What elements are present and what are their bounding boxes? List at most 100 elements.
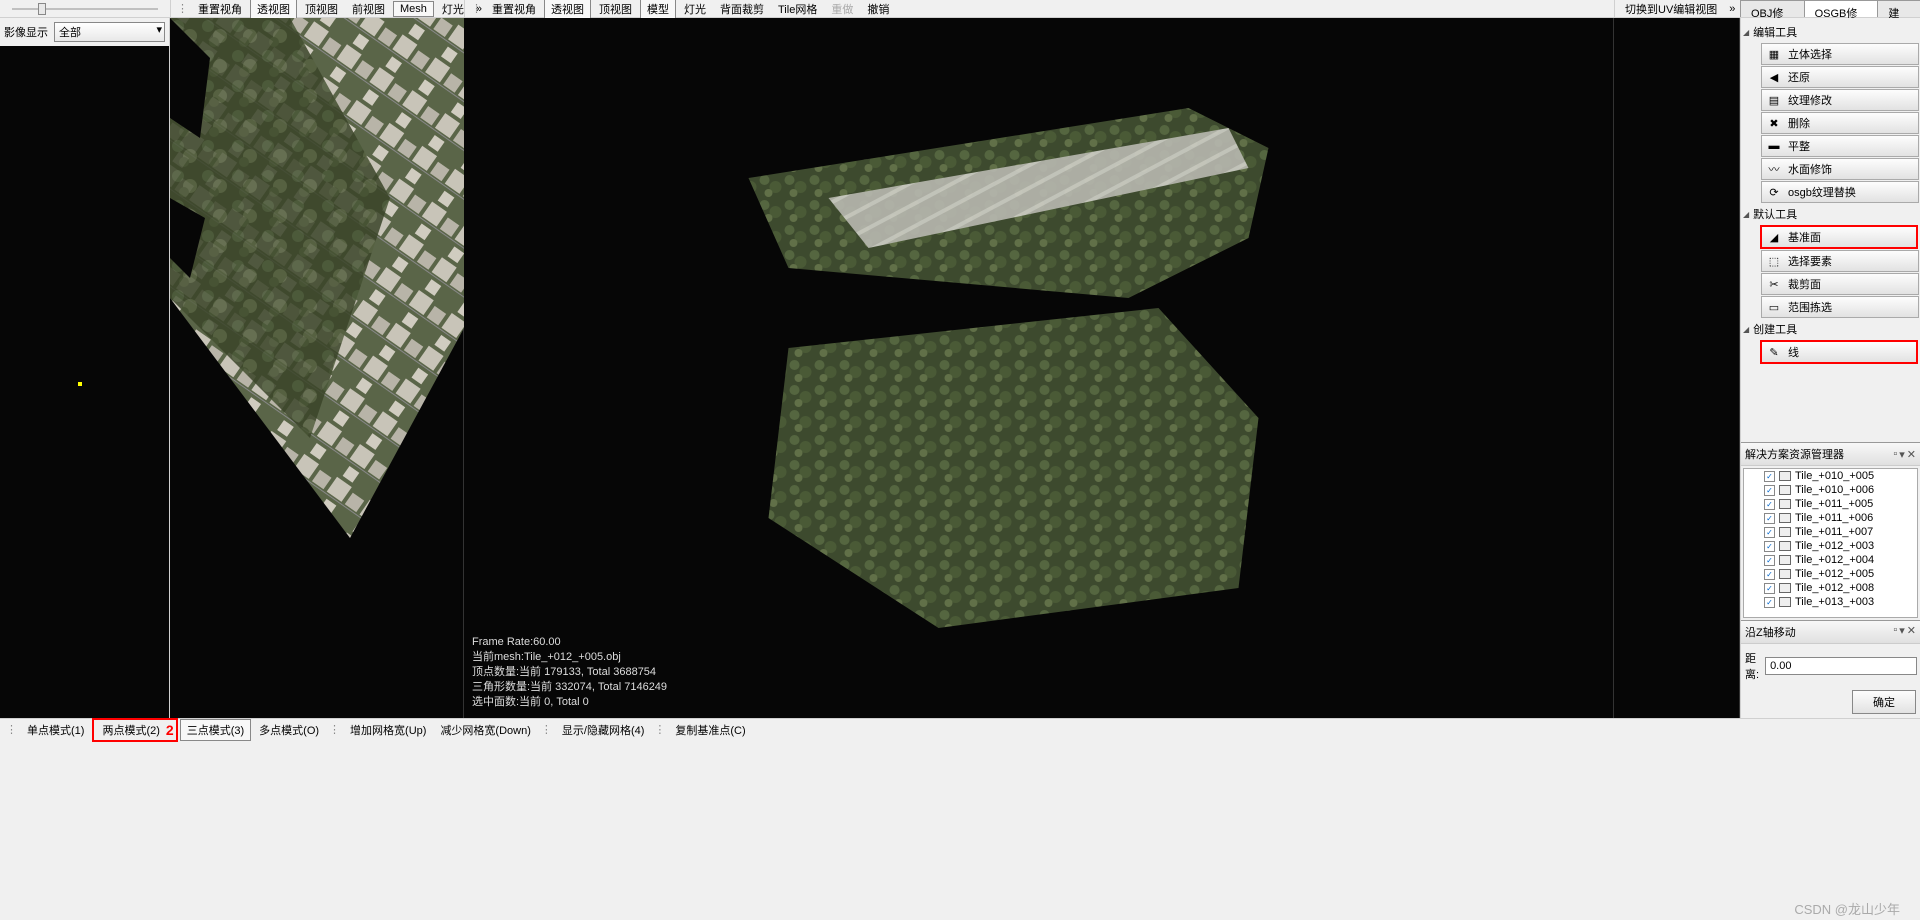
tool-线[interactable]: ✎线 (1760, 340, 1918, 364)
tile-icon (1779, 555, 1791, 565)
annotation-2: 2 (166, 722, 174, 738)
tile-item[interactable]: ✓Tile_+011_+005 (1744, 497, 1917, 511)
vp2-btn-7[interactable]: 重做 (825, 0, 859, 18)
tab-0[interactable]: OBJ修饰 (1740, 0, 1805, 17)
checkbox-icon[interactable]: ✓ (1764, 583, 1775, 594)
dropdown-icon[interactable]: ▾ (1899, 448, 1905, 461)
vp2-btn-3[interactable]: 模型 (640, 0, 676, 19)
bottom-btn-1[interactable]: 两点模式(2) (96, 720, 165, 740)
tool-icon: ◢ (1766, 230, 1782, 244)
bottom-btn-3[interactable]: 多点模式(O) (253, 720, 325, 740)
uv-edit-switch[interactable]: 切换到UV编辑视图 (1619, 0, 1723, 18)
top-slider[interactable] (0, 0, 170, 17)
viewport-stats: Frame Rate:60.00 当前mesh:Tile_+012_+005.o… (472, 635, 667, 710)
tool-选择要素[interactable]: ⬚选择要素 (1761, 250, 1919, 272)
tool-裁剪面[interactable]: ✂裁剪面 (1761, 273, 1919, 295)
solution-title: 解决方案资源管理器 (1745, 446, 1844, 462)
z-panel-title: 沿Z轴移动 (1745, 624, 1796, 640)
slider-thumb[interactable] (38, 3, 46, 15)
tool-立体选择[interactable]: ▦立体选择 (1761, 43, 1919, 65)
terrain-mesh (464, 18, 1613, 718)
section-edit-tools[interactable]: 编辑工具 (1743, 22, 1918, 42)
vp2-btn-6[interactable]: Tile网格 (772, 0, 823, 18)
checkbox-icon[interactable]: ✓ (1764, 513, 1775, 524)
confirm-button[interactable]: 确定 (1852, 690, 1916, 714)
tool-icon: ✎ (1766, 345, 1782, 359)
tool-范围拣选[interactable]: ▭范围拣选 (1761, 296, 1919, 318)
tab-2[interactable]: 建模 (1877, 0, 1920, 17)
tool-icon: ✂ (1766, 277, 1782, 291)
viewport1-toolbar: ⋮ 重置视角透视图顶视图前视图Mesh灯光 » (170, 0, 464, 17)
checkbox-icon[interactable]: ✓ (1764, 555, 1775, 566)
checkbox-icon[interactable]: ✓ (1764, 485, 1775, 496)
tile-item[interactable]: ✓Tile_+012_+008 (1744, 581, 1917, 595)
tile-icon (1779, 485, 1791, 495)
close-icon[interactable]: ✕ (1907, 448, 1916, 461)
vp1-btn-1[interactable]: 透视图 (250, 0, 297, 19)
tile-item[interactable]: ✓Tile_+010_+006 (1744, 483, 1917, 497)
vp1-btn-4[interactable]: Mesh (393, 1, 434, 17)
image-display-dropdown[interactable]: 全部 (54, 22, 165, 42)
bottom-btn-0[interactable]: 单点模式(1) (21, 720, 90, 740)
solution-list[interactable]: ✓Tile_+010_+005✓Tile_+010_+006✓Tile_+011… (1743, 468, 1918, 618)
tile-item[interactable]: ✓Tile_+010_+005 (1744, 469, 1917, 483)
tool-osgb纹理替换[interactable]: ⟳osgb纹理替换 (1761, 181, 1919, 203)
checkbox-icon[interactable]: ✓ (1764, 471, 1775, 482)
checkbox-icon[interactable]: ✓ (1764, 499, 1775, 510)
tool-还原[interactable]: ◀还原 (1761, 66, 1919, 88)
tool-平整[interactable]: ▬平整 (1761, 135, 1919, 157)
bottom-btn-2[interactable]: 三点模式(3) (180, 719, 251, 741)
checkbox-icon[interactable]: ✓ (1764, 527, 1775, 538)
pin-icon[interactable]: ▫ (1893, 448, 1897, 461)
vp2-btn-4[interactable]: 灯光 (678, 0, 712, 18)
tool-水面修饰[interactable]: 〰水面修饰 (1761, 158, 1919, 180)
tool-删除[interactable]: ✖删除 (1761, 112, 1919, 134)
vp1-btn-2[interactable]: 顶视图 (299, 0, 344, 18)
section-default-tools[interactable]: 默认工具 (1743, 204, 1918, 224)
checkbox-icon[interactable]: ✓ (1764, 541, 1775, 552)
tab-1[interactable]: OSGB修饰 (1804, 0, 1879, 17)
checkbox-icon[interactable]: ✓ (1764, 597, 1775, 608)
tile-item[interactable]: ✓Tile_+012_+005 (1744, 567, 1917, 581)
right-panel: 编辑工具 ▦立体选择◀还原▤纹理修改✖删除▬平整〰水面修饰⟳osgb纹理替换 默… (1740, 18, 1920, 718)
tool-icon: ▭ (1766, 300, 1782, 314)
tool-icon: ⟳ (1766, 185, 1782, 199)
bottom-btn-7[interactable]: 复制基准点(C) (669, 720, 751, 740)
section-create-tools[interactable]: 创建工具 (1743, 319, 1918, 339)
vp2-btn-5[interactable]: 背面裁剪 (714, 0, 770, 18)
bottom-btn-4[interactable]: 增加网格宽(Up) (344, 720, 432, 740)
vp2-btn-2[interactable]: 顶视图 (593, 0, 638, 18)
vp2-btn-8[interactable]: 撤销 (861, 0, 895, 18)
tool-纹理修改[interactable]: ▤纹理修改 (1761, 89, 1919, 111)
bottom-btn-5[interactable]: 减少网格宽(Down) (434, 720, 536, 740)
thumbnail-view[interactable] (0, 46, 169, 718)
right-tabs: OBJ修饰OSGB修饰建模 (1740, 0, 1920, 17)
tile-item[interactable]: ✓Tile_+012_+004 (1744, 553, 1917, 567)
tile-icon (1779, 471, 1791, 481)
image-display-label: 影像显示 (4, 24, 48, 40)
viewport-uv[interactable] (1614, 18, 1740, 718)
bottom-btn-6[interactable]: 显示/隐藏网格(4) (556, 720, 651, 740)
checkbox-icon[interactable]: ✓ (1764, 569, 1775, 580)
dropdown-icon[interactable]: ▾ (1899, 624, 1905, 640)
close-icon[interactable]: ✕ (1907, 624, 1916, 640)
vp2-btn-0[interactable]: 重置视角 (486, 0, 542, 18)
tile-icon (1779, 597, 1791, 607)
tile-item[interactable]: ✓Tile_+011_+007 (1744, 525, 1917, 539)
more-icon[interactable]: » (1725, 3, 1739, 15)
tile-icon (1779, 541, 1791, 551)
viewport-orthographic[interactable] (170, 18, 464, 718)
pin-icon[interactable]: ▫ (1893, 624, 1897, 640)
tool-icon: 〰 (1766, 162, 1782, 176)
tile-item[interactable]: ✓Tile_+012_+003 (1744, 539, 1917, 553)
grip-icon: ⋮ (471, 2, 482, 15)
distance-input[interactable] (1765, 657, 1917, 675)
tile-item[interactable]: ✓Tile_+013_+003 (1744, 595, 1917, 609)
vp2-btn-1[interactable]: 透视图 (544, 0, 591, 19)
viewport-perspective[interactable]: Frame Rate:60.00 当前mesh:Tile_+012_+005.o… (464, 18, 1614, 718)
tool-基准面[interactable]: ◢基准面 (1760, 225, 1918, 249)
vp1-btn-0[interactable]: 重置视角 (192, 0, 248, 18)
tile-item[interactable]: ✓Tile_+011_+006 (1744, 511, 1917, 525)
solution-explorer: 解决方案资源管理器 ▫ ▾ ✕ ✓Tile_+010_+005✓Tile_+01… (1741, 442, 1920, 620)
vp1-btn-3[interactable]: 前视图 (346, 0, 391, 18)
